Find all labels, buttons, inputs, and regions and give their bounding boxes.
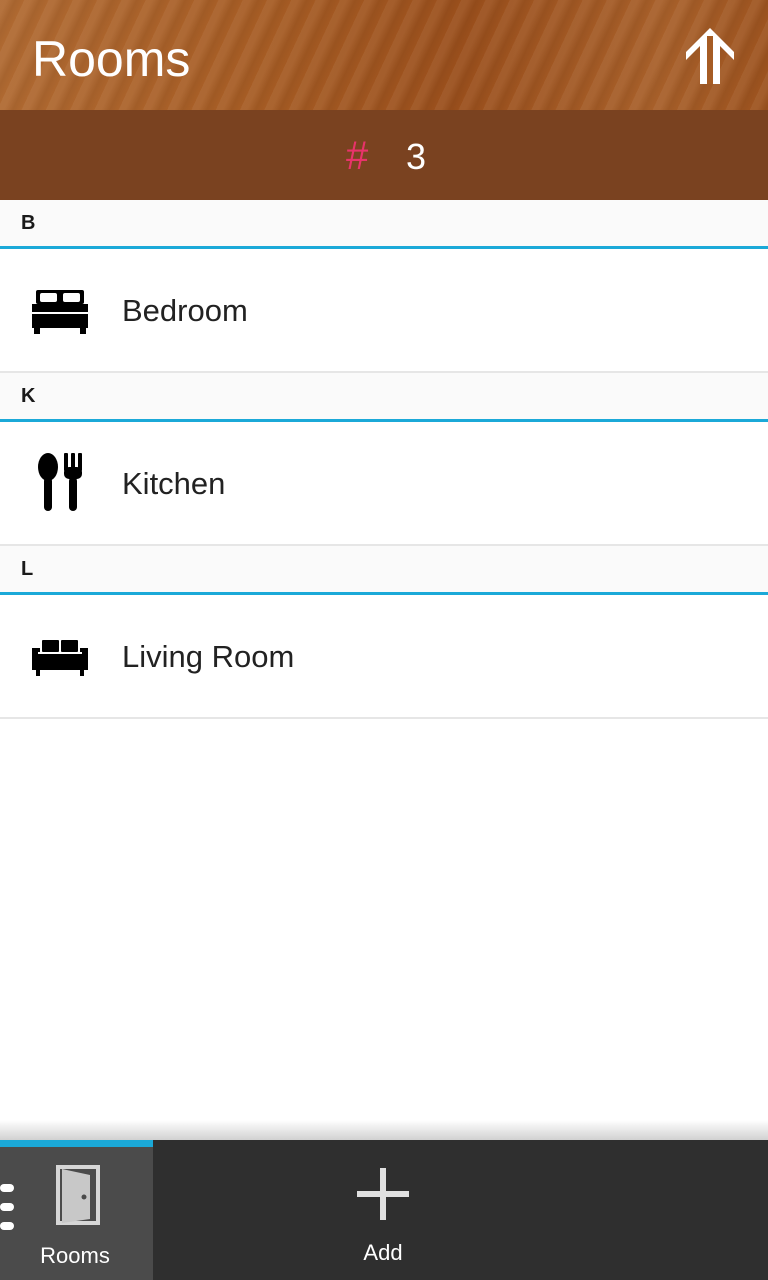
- count-symbol: #: [346, 134, 369, 178]
- bed-icon: [28, 282, 92, 338]
- section-header-l: L: [0, 546, 768, 595]
- door-icon: [56, 1165, 100, 1227]
- arrow-up-icon[interactable]: [676, 22, 744, 90]
- section-letter: L: [21, 558, 34, 580]
- overflow-menu-icon[interactable]: [0, 1182, 16, 1234]
- section-header-k: K: [0, 373, 768, 422]
- section-header-b: B: [0, 200, 768, 249]
- sofa-icon: [28, 628, 92, 684]
- add-button[interactable]: Add: [303, 1140, 463, 1280]
- room-name: Kitchen: [122, 466, 226, 501]
- room-name: Living Room: [122, 639, 295, 674]
- list-item-kitchen[interactable]: Kitchen: [0, 422, 768, 546]
- tab-label: Add: [363, 1240, 403, 1265]
- page-title: Rooms: [32, 31, 191, 87]
- room-name: Bedroom: [122, 293, 248, 328]
- count-bar: [0, 110, 768, 200]
- section-letter: B: [21, 212, 36, 234]
- utensils-icon: [28, 453, 92, 511]
- bottom-bar-shadow: [0, 1120, 768, 1140]
- section-letter: K: [21, 385, 36, 407]
- tab-rooms[interactable]: Rooms: [0, 1140, 153, 1280]
- list-item-living-room[interactable]: Living Room: [0, 595, 768, 719]
- room-count: 3: [406, 136, 427, 177]
- list-item-bedroom[interactable]: Bedroom: [0, 249, 768, 373]
- tab-label: Rooms: [40, 1243, 110, 1268]
- plus-icon: [355, 1166, 411, 1222]
